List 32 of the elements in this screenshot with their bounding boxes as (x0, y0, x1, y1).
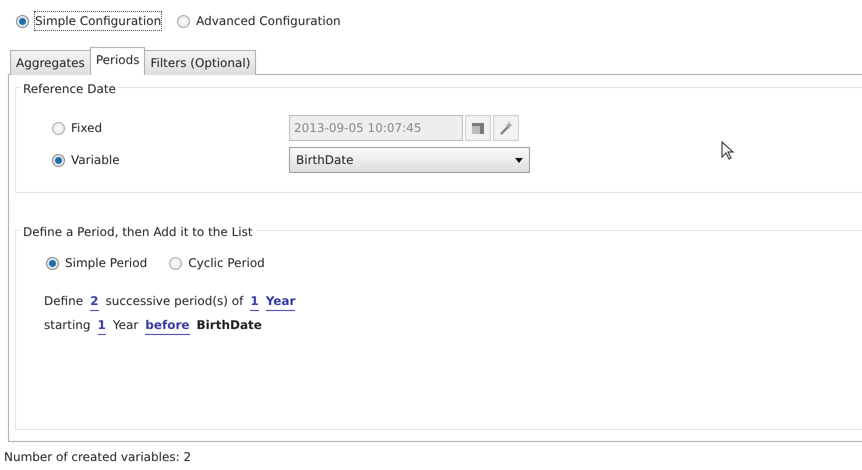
radio-button[interactable] (52, 154, 65, 166)
mouse-pointer-icon (721, 141, 735, 161)
link[interactable]: before (145, 316, 190, 335)
tab[interactable]: Filters (Optional) (144, 50, 256, 75)
wand-button[interactable] (493, 115, 519, 141)
link[interactable]: Year (266, 292, 296, 311)
radio-label[interactable]: Cyclic Period (188, 254, 265, 272)
sentence-text: successive period(s) of (106, 293, 244, 310)
wand-icon (498, 120, 514, 136)
caret-icon (515, 158, 523, 162)
link[interactable]: 1 (250, 292, 259, 311)
calendar-icon (470, 120, 486, 136)
radio-button[interactable] (16, 14, 29, 28)
dropdown[interactable]: BirthDate (289, 147, 530, 173)
status-text: Number of created variables: 2 (4, 450, 192, 464)
radio-label[interactable]: Variable (71, 151, 120, 169)
tab[interactable]: Periods (90, 47, 146, 75)
radio-label[interactable]: Simple Period (65, 254, 148, 272)
radio-label[interactable]: Simple Configuration (35, 12, 162, 30)
sentence-text: starting (44, 317, 91, 334)
variable-text: BirthDate (196, 317, 262, 334)
link[interactable]: 1 (98, 316, 106, 335)
radio-button[interactable] (177, 14, 190, 28)
sentence-text: Define (44, 293, 84, 310)
radio-button[interactable] (169, 256, 182, 270)
radio-button[interactable] (46, 256, 59, 270)
link[interactable]: 2 (90, 292, 99, 311)
dropdown-value: BirthDate (296, 152, 354, 169)
radio-label[interactable]: Advanced Configuration (196, 12, 341, 30)
sentence-text: Year (112, 317, 138, 334)
tab[interactable]: Aggregates (10, 50, 91, 75)
calendar-button[interactable] (465, 115, 491, 141)
